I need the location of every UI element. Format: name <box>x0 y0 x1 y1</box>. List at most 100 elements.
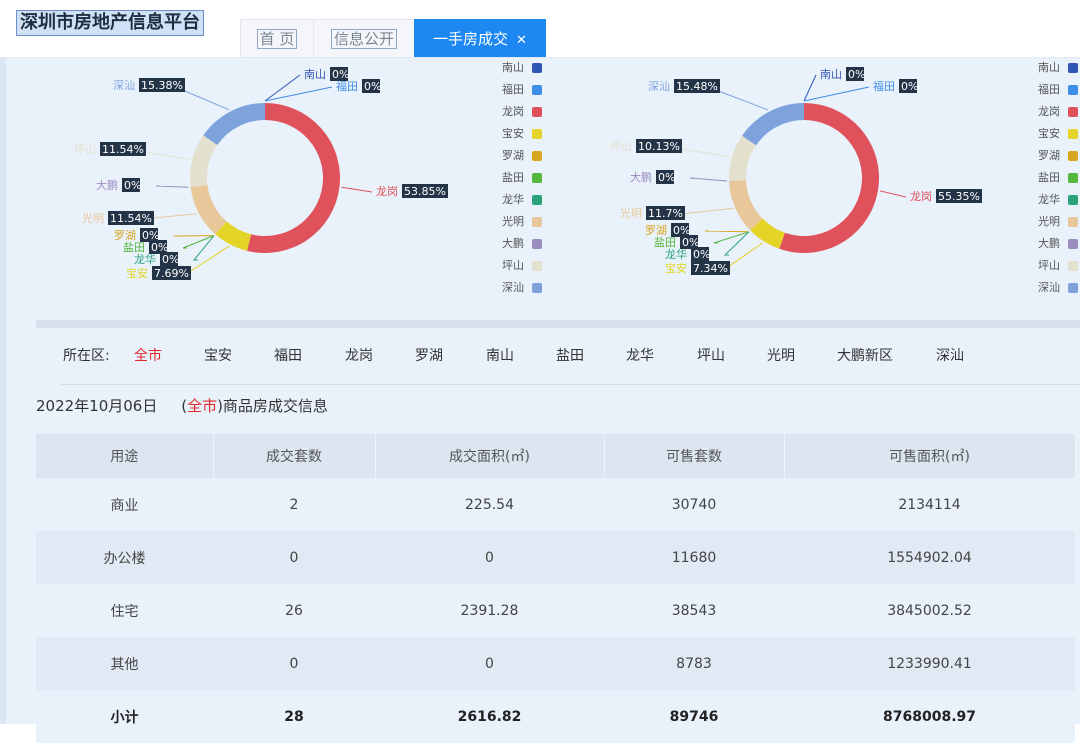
legend-label: 南山 <box>502 60 524 76</box>
legend-item-龙华[interactable]: 龙华 <box>476 192 542 208</box>
legend-item-罗湖[interactable]: 罗湖 <box>1006 148 1078 164</box>
pie-label-盐田: 盐田0% <box>123 240 168 254</box>
pie-label-罗湖: 罗湖0% <box>114 228 159 242</box>
leader-line-大鹏 <box>156 186 189 187</box>
district-luohu[interactable]: 罗湖 <box>415 340 443 372</box>
district-yantian[interactable]: 盐田 <box>556 340 584 372</box>
legend-swatch <box>1068 151 1078 161</box>
legend-item-宝安[interactable]: 宝安 <box>476 126 542 142</box>
tab-info-public[interactable]: 信息公开 <box>313 19 415 58</box>
legend-swatch <box>1068 195 1078 205</box>
legend-item-龙华[interactable]: 龙华 <box>1006 192 1078 208</box>
close-icon[interactable]: ✕ <box>516 33 527 48</box>
legend-swatch <box>532 283 542 293</box>
legend-label: 盐田 <box>1038 170 1060 186</box>
district-shenshan[interactable]: 深汕 <box>936 340 964 372</box>
top-bar: 深圳市房地产信息平台 首 页 信息公开 一手房成交✕ <box>0 0 1080 58</box>
legend-label: 深汕 <box>1038 280 1060 296</box>
legend-item-光明[interactable]: 光明 <box>1006 214 1078 230</box>
legend-item-龙岗[interactable]: 龙岗 <box>476 104 542 120</box>
table-cell: 26 <box>213 584 375 637</box>
legend-item-坪山[interactable]: 坪山 <box>476 258 542 274</box>
leader-line-宝安 <box>186 246 229 274</box>
district-dapeng[interactable]: 大鹏新区 <box>837 340 893 372</box>
svg-text:0%: 0% <box>364 80 381 93</box>
legend-item-深汕[interactable]: 深汕 <box>1006 280 1078 296</box>
table-cell: 225.54 <box>375 478 604 531</box>
svg-text:南山: 南山 <box>820 68 842 81</box>
legend-item-福田[interactable]: 福田 <box>476 82 542 98</box>
svg-text:深汕: 深汕 <box>648 80 670 93</box>
legend-label: 深汕 <box>502 280 524 296</box>
svg-text:7.69%: 7.69% <box>154 267 189 280</box>
table-cell: 0 <box>213 637 375 690</box>
legend-swatch <box>1068 107 1078 117</box>
district-futian[interactable]: 福田 <box>274 340 302 372</box>
legend-swatch <box>1068 85 1078 95</box>
summary-region: 全市 <box>187 397 217 415</box>
legend-swatch <box>532 107 542 117</box>
tab-home[interactable]: 首 页 <box>240 19 314 58</box>
district-longhua[interactable]: 龙华 <box>626 340 654 372</box>
table-cell: 小计 <box>36 690 213 743</box>
legend-item-深汕[interactable]: 深汕 <box>476 280 542 296</box>
leader-line-大鹏 <box>690 178 727 181</box>
left-edge <box>0 58 6 724</box>
pie-label-龙华: 龙华0% <box>665 247 710 261</box>
legend-label: 光明 <box>502 214 524 230</box>
legend-item-龙岗[interactable]: 龙岗 <box>1006 104 1078 120</box>
pie-label-坪山: 坪山11.54% <box>74 142 146 156</box>
summary-suffix: )商品房成交信息 <box>217 397 328 415</box>
pie-label-盐田: 盐田0% <box>654 235 699 249</box>
legend-item-盐田[interactable]: 盐田 <box>1006 170 1078 186</box>
table-cell: 8783 <box>604 637 784 690</box>
legend-label: 罗湖 <box>502 148 524 164</box>
legend-item-坪山[interactable]: 坪山 <box>1006 258 1078 274</box>
legend-swatch <box>1068 239 1078 249</box>
legend-label: 盐田 <box>502 170 524 186</box>
district-baoan[interactable]: 宝安 <box>204 340 232 372</box>
table-cell: 住宅 <box>36 584 213 637</box>
svg-text:53.85%: 53.85% <box>404 185 446 198</box>
table-header-available-area: 可售面积(㎡) <box>784 434 1075 478</box>
district-pingshan[interactable]: 坪山 <box>697 340 725 372</box>
pie-label-南山: 南山0% <box>304 67 349 81</box>
svg-text:0%: 0% <box>162 253 179 266</box>
legend-item-福田[interactable]: 福田 <box>1006 82 1078 98</box>
legend-item-大鹏[interactable]: 大鹏 <box>1006 236 1078 252</box>
legend-item-南山[interactable]: 南山 <box>476 60 542 76</box>
legend-item-宝安[interactable]: 宝安 <box>1006 126 1078 142</box>
table-cell: 8768008.97 <box>784 690 1075 743</box>
table-cell: 1554902.04 <box>784 531 1075 584</box>
pie-slice-龙岗 <box>779 103 879 253</box>
legend-item-大鹏[interactable]: 大鹏 <box>476 236 542 252</box>
pie-label-龙华: 龙华0% <box>134 252 179 266</box>
district-filter: 所在区: 全市 宝安 福田 龙岗 罗湖 南山 盐田 龙华 坪山 光明 大鹏新区 … <box>60 340 1080 385</box>
legend-swatch <box>532 63 542 73</box>
table-row: 其他 0 0 8783 1233990.41 <box>36 637 1075 690</box>
legend-item-南山[interactable]: 南山 <box>1006 60 1078 76</box>
table-cell: 其他 <box>36 637 213 690</box>
svg-text:0%: 0% <box>658 171 675 184</box>
table-row: 办公楼 0 0 11680 1554902.04 <box>36 531 1075 584</box>
legend-item-罗湖[interactable]: 罗湖 <box>476 148 542 164</box>
pie-label-大鹏: 大鹏 0% <box>630 170 675 184</box>
district-guangming[interactable]: 光明 <box>767 340 795 372</box>
legend-item-光明[interactable]: 光明 <box>476 214 542 230</box>
district-nanshan[interactable]: 南山 <box>486 340 514 372</box>
section-divider <box>36 320 1080 328</box>
legend-item-盐田[interactable]: 盐田 <box>476 170 542 186</box>
svg-text:10.13%: 10.13% <box>638 140 680 153</box>
tab-new-house-deals[interactable]: 一手房成交✕ <box>414 19 546 58</box>
svg-text:福田: 福田 <box>873 79 895 93</box>
leader-line-宝安 <box>725 243 763 269</box>
leader-line-光明 <box>680 208 733 214</box>
district-all[interactable]: 全市 <box>134 340 162 372</box>
svg-text:深汕: 深汕 <box>113 79 135 92</box>
district-longgang[interactable]: 龙岗 <box>345 340 373 372</box>
svg-text:0%: 0% <box>693 248 710 261</box>
legend-swatch <box>532 85 542 95</box>
legend-swatch <box>1068 261 1078 271</box>
svg-text:大鹏: 大鹏 <box>630 170 652 184</box>
pie-label-福田: 福田0% <box>873 79 918 93</box>
